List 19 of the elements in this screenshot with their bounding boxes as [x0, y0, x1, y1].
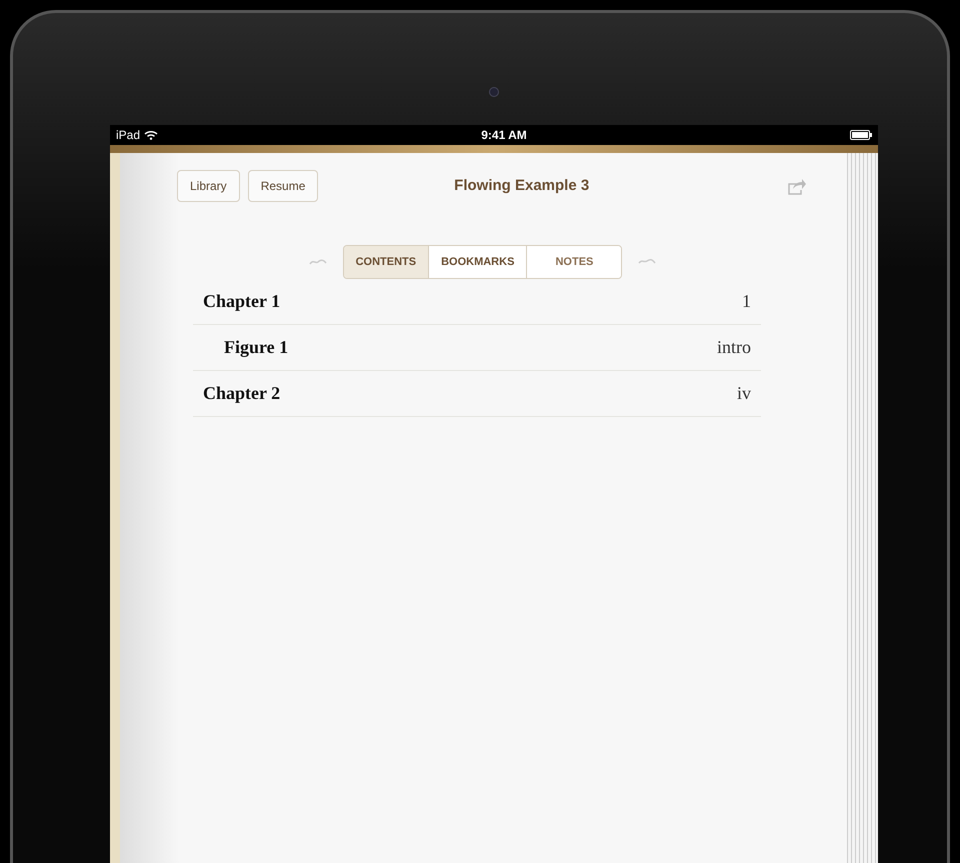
toolbar-button[interactable]: Library [177, 170, 240, 202]
status-time: 9:41 AM [481, 127, 527, 144]
toc-entry[interactable]: Chapter 2 [203, 380, 280, 407]
toc-entry[interactable]: Chapter 1 [203, 288, 280, 315]
book-title: Flowing Example 3 [454, 177, 590, 194]
segment-tab[interactable]: CONTENTS [344, 246, 430, 278]
segment-tab[interactable]: BOOKMARKS [429, 246, 528, 278]
ornament-icon [308, 258, 327, 266]
device-name: iPad [116, 127, 140, 144]
wifi-icon [144, 130, 158, 140]
battery-icon [850, 130, 872, 140]
page-number: intro [717, 336, 751, 359]
segment-tab[interactable]: NOTES [527, 246, 622, 278]
ornament-icon [638, 258, 656, 266]
toolbar-button[interactable]: Resume [248, 170, 318, 202]
page-number: 1 [742, 290, 751, 313]
page-number: iv [736, 382, 751, 405]
toc-entry[interactable]: Figure 1 [203, 334, 288, 361]
camera-lens [489, 87, 499, 97]
